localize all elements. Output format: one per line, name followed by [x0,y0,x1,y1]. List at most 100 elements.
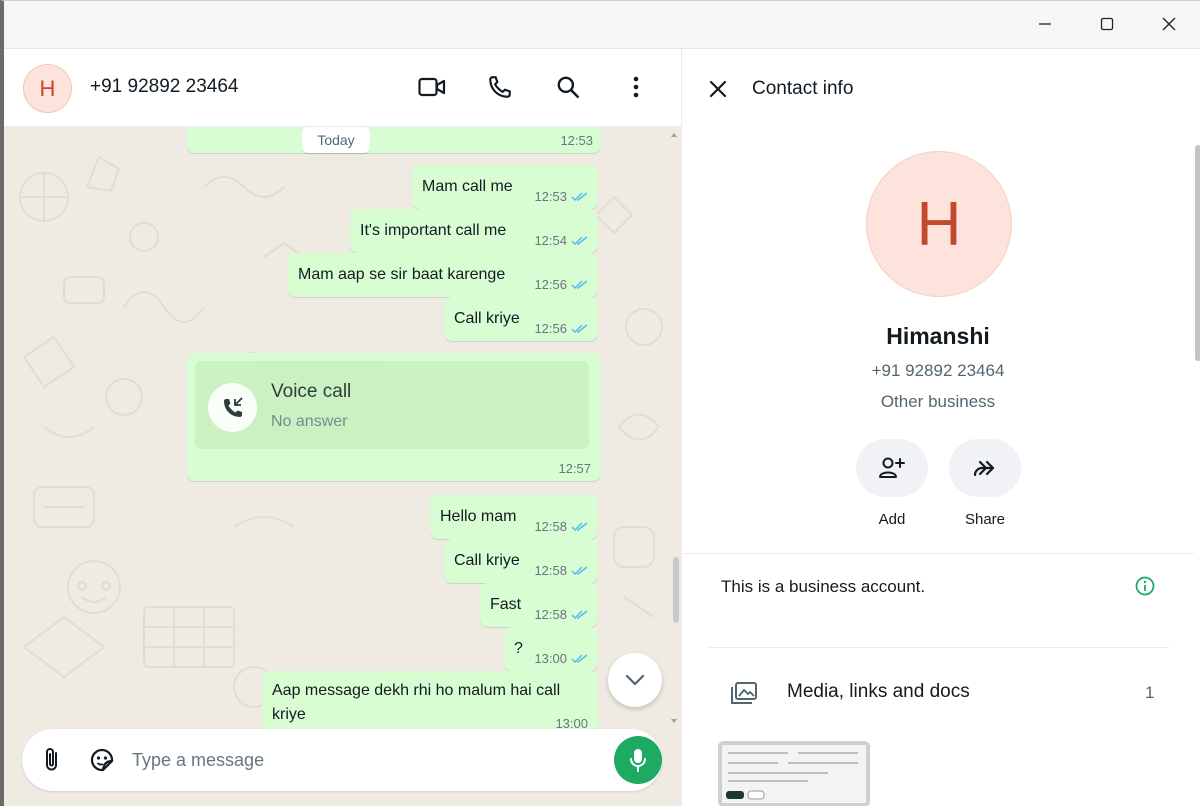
chat-body[interactable]: 12:53 Today Mam call me 12:53 It's impor… [4,127,681,729]
video-call-icon [418,77,446,97]
media-links-docs-row[interactable]: Media, links and docs 1 [682,649,1194,737]
message-text: Call kriye [454,552,520,569]
message-text-line: kriye [272,706,306,723]
contact-business-type: Other business [880,392,996,411]
message-text: Aap message dekh rhi ho malum hai call k… [272,679,560,727]
message-bubble[interactable]: Mam call me 12:53 [412,165,598,209]
message-bubble[interactable]: Call kriye 12:56 [444,297,598,341]
media-links-docs-label: Media, links and docs [787,681,970,702]
contact-info-title: Contact info [752,78,854,99]
read-receipt-icon [571,654,588,664]
message-text: ? [514,640,523,657]
sticker-button[interactable] [86,744,118,776]
section-divider [682,553,1194,554]
chat-scrollbar[interactable] [669,127,681,729]
message-time: 12:57 [558,461,591,476]
minimize-button[interactable] [1014,1,1076,47]
share-contact-label: Share [964,511,1006,528]
message-time: 12:56 [534,321,567,336]
menu-button[interactable] [618,69,654,105]
chat-scroll-thumb[interactable] [673,557,679,623]
call-icon-circle [208,383,257,432]
read-receipt-icon [571,566,588,576]
message-text: Fast [490,596,522,613]
message-bubble[interactable]: Aap message dekh rhi ho malum hai call k… [262,671,598,729]
share-contact-circle[interactable] [949,439,1021,497]
message-bubble[interactable]: ? 13:00 [504,627,598,671]
message-meta: 12:56 [534,277,588,292]
scroll-arrows-icon [671,133,677,723]
attach-icon [46,748,57,771]
message-bubble[interactable]: Fast 12:58 [480,583,598,627]
message-meta: 12:58 [534,563,588,578]
share-contact-button[interactable]: Share [948,439,1022,528]
date-chip: Today [302,127,370,153]
voice-call-message[interactable]: Voice call No answer 12:57 [187,353,601,481]
close-contact-info-button[interactable] [702,73,734,105]
message-bubble[interactable]: Hello mam 12:58 [430,495,598,539]
message-time: 12:58 [534,607,567,622]
message-bubble[interactable]: Call kriye 12:58 [444,539,598,583]
maximize-button[interactable] [1076,1,1138,47]
add-contact-button[interactable]: Add [855,439,929,528]
media-count: 1 [1145,683,1155,702]
mic-icon [630,749,646,772]
contact-panel-scroll-thumb[interactable] [1195,145,1200,361]
message-time: 13:00 [534,651,567,666]
share-icon [973,460,995,477]
media-thumbnail[interactable] [718,741,870,806]
scroll-to-bottom-button[interactable] [608,653,662,707]
message-meta: 13:00 [534,651,588,666]
message-input[interactable] [132,743,592,777]
contact-avatar[interactable]: H [23,64,72,113]
maximize-icon [1100,17,1114,31]
compose-bar [4,729,681,806]
business-account-note: This is a business account. [721,577,926,596]
message-text: Mam aap se sir baat karenge [298,266,506,283]
media-icon [731,682,757,704]
voice-message-button[interactable] [614,736,662,784]
search-button[interactable] [550,69,586,105]
title-bar [4,1,1200,49]
add-contact-circle[interactable] [856,439,928,497]
message-bubble[interactable]: 12:53 [187,127,601,153]
voice-call-button[interactable] [482,69,518,105]
search-icon [557,76,580,99]
add-user-icon [879,457,905,478]
contact-phone: +91 92892 23464 [871,361,1005,380]
sticker-icon [90,748,114,772]
message-bubble[interactable]: Mam aap se sir baat karenge 12:56 [288,253,598,297]
message-time: 13:00 [555,716,588,729]
add-contact-label: Add [878,511,906,528]
message-text: Hello mam [440,508,517,525]
voice-call-title: Voice call [271,381,352,402]
message-time: 12:53 [534,189,567,204]
contact-name: Himanshi [886,323,990,349]
message-meta: 12:58 [534,607,588,622]
info-icon [1135,576,1155,596]
read-receipt-icon [571,192,588,202]
contact-avatar-large[interactable]: H [866,151,1012,297]
message-bubble[interactable]: It's important call me 12:54 [350,209,598,253]
chat-title[interactable]: +91 92892 23464 [90,76,238,98]
message-meta: 12:56 [534,321,588,336]
video-call-button[interactable] [414,69,450,105]
close-window-button[interactable] [1138,1,1200,47]
message-text: Mam call me [422,178,513,195]
business-info-button[interactable] [1134,575,1156,597]
media-icon-wrap [728,677,760,709]
message-time: 12:58 [534,519,567,534]
voice-call-card[interactable]: Voice call No answer [195,361,589,449]
close-icon [709,80,727,98]
read-receipt-icon [571,280,588,290]
menu-dots-icon [633,76,639,98]
contact-info-body[interactable]: H Himanshi +91 92892 23464 Other busines… [682,127,1200,806]
app-window: H +91 92892 23464 12:53 Today Mam call m… [0,0,1200,806]
message-meta: 12:57 [558,461,591,476]
missed-call-icon [223,396,243,417]
read-receipt-icon [571,522,588,532]
message-meta: 12:53 [560,133,593,148]
read-receipt-icon [571,236,588,246]
attach-button[interactable] [36,744,68,776]
document-thumbnail-image [718,741,870,806]
